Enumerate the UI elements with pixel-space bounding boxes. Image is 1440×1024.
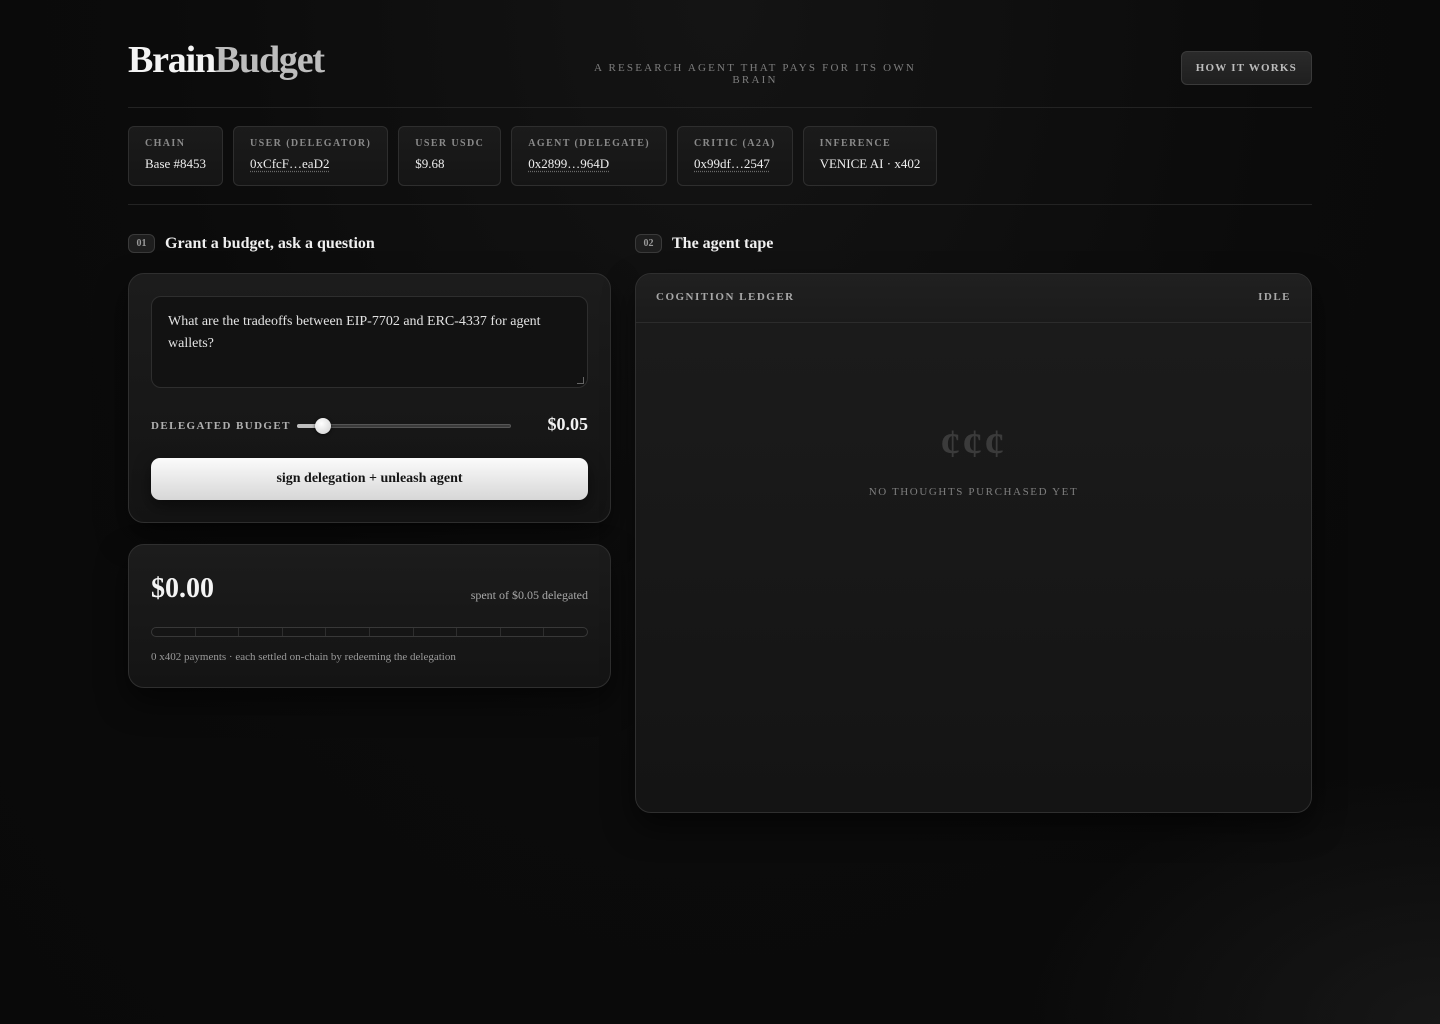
spend-meter-segment xyxy=(457,628,501,636)
header: BrainBudget A RESEARCH AGENT THAT PAYS F… xyxy=(128,36,1312,96)
user-usdc-card: USER USDC $9.68 xyxy=(398,126,502,186)
section-1-number: 01 xyxy=(128,234,155,253)
ledger-title: COGNITION LEDGER xyxy=(656,291,795,303)
spend-meter-segment xyxy=(196,628,240,636)
section-2-heading: 02 The agent tape xyxy=(635,234,773,253)
budget-value: $0.05 xyxy=(547,414,589,434)
agent-delegate-card: AGENT (DELEGATE) 0x2899…964D xyxy=(511,126,668,186)
inference-value: VENICE AI · x402 xyxy=(819,156,921,171)
spend-meter xyxy=(151,627,588,637)
user-usdc-value: $9.68 xyxy=(415,156,445,171)
section-2-number: 02 xyxy=(635,234,662,253)
user-delegator-label: USER (DELEGATOR) xyxy=(250,138,372,149)
ledger-status: IDLE xyxy=(1258,291,1291,303)
spend-meter-segment xyxy=(239,628,283,636)
budget-slider-knob[interactable] xyxy=(314,418,331,434)
how-it-works-button[interactable]: HOW IT WORKS xyxy=(1180,51,1312,85)
user-delegator-address-link[interactable]: 0xCfcF…eaD2 xyxy=(250,156,371,172)
ledger-header: COGNITION LEDGER IDLE xyxy=(636,274,1311,323)
resize-grip-icon[interactable] xyxy=(577,377,584,384)
inference-card: INFERENCE VENICE AI · x402 xyxy=(802,126,938,186)
section-2-title: The agent tape xyxy=(672,234,774,252)
critic-card: CRITIC (A2A) 0x99df…2547 xyxy=(677,126,793,186)
header-divider xyxy=(128,107,1312,108)
logo: BrainBudget xyxy=(128,38,325,82)
ask-panel: What are the tradeoffs between EIP-7702 … xyxy=(128,273,611,523)
tagline: A RESEARCH AGENT THAT PAYS FOR ITS OWN B… xyxy=(593,62,917,86)
agent-delegate-label: AGENT (DELEGATE) xyxy=(528,138,651,149)
critic-label: CRITIC (A2A) xyxy=(694,138,776,149)
spend-meter-segment xyxy=(544,628,587,636)
cent-icons: ¢¢¢ xyxy=(940,421,1007,466)
question-textarea[interactable]: What are the tradeoffs between EIP-7702 … xyxy=(151,296,588,388)
spend-meter-segment xyxy=(370,628,414,636)
chain-card: CHAIN Base #8453 xyxy=(128,126,224,186)
spent-of-delegated: spent of $0.05 delegated xyxy=(470,588,588,602)
spend-meter-segment xyxy=(501,628,545,636)
sign-delegation-button[interactable]: sign delegation + unleash agent xyxy=(151,458,588,500)
section-1-title: Grant a budget, ask a question xyxy=(165,234,375,252)
logo-budget: Budget xyxy=(214,39,325,81)
budget-slider[interactable] xyxy=(297,418,511,434)
section-1-heading: 01 Grant a budget, ask a question xyxy=(128,234,375,253)
payments-summary: 0 x402 payments · each settled on-chain … xyxy=(151,651,456,663)
chain-value: Base #8453 xyxy=(145,156,207,171)
spend-meter-segment xyxy=(152,628,196,636)
critic-address-link[interactable]: 0x99df…2547 xyxy=(694,156,776,172)
spend-meter-segment xyxy=(283,628,327,636)
inference-label: INFERENCE xyxy=(819,138,892,149)
user-delegator-card: USER (DELEGATOR) 0xCfcF…eaD2 xyxy=(233,126,389,186)
spend-meter-segment xyxy=(326,628,370,636)
delegated-budget-label: DELEGATED BUDGET xyxy=(151,420,291,432)
spend-panel: $0.00 spent of $0.05 delegated 0 x402 pa… xyxy=(128,544,611,688)
empty-ledger-message: NO THOUGHTS PURCHASED YET xyxy=(868,486,1079,498)
chain-label: CHAIN xyxy=(145,138,186,149)
spend-meter-segment xyxy=(414,628,458,636)
page: BrainBudget A RESEARCH AGENT THAT PAYS F… xyxy=(0,0,1440,1024)
question-text: What are the tradeoffs between EIP-7702 … xyxy=(168,314,541,351)
info-cards: CHAIN Base #8453 USER (DELEGATOR) 0xCfcF… xyxy=(128,126,938,186)
cards-divider xyxy=(128,204,1312,205)
agent-tape-panel: COGNITION LEDGER IDLE ¢¢¢ NO THOUGHTS PU… xyxy=(635,273,1312,813)
spent-amount: $0.00 xyxy=(151,573,214,604)
user-usdc-label: USER USDC xyxy=(415,138,485,149)
logo-brain: Brain xyxy=(128,39,216,81)
agent-delegate-address-link[interactable]: 0x2899…964D xyxy=(528,156,650,172)
